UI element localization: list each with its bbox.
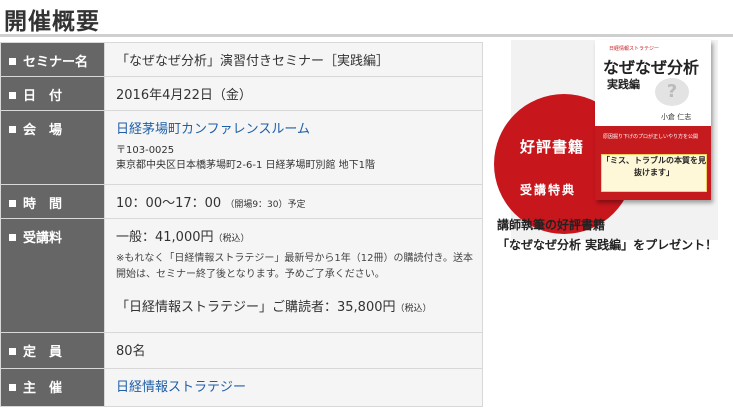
venue-link[interactable]: 日経茅場町カンファレンスルーム: [116, 118, 482, 137]
subscriber-fee: 「日経情報ストラテジー」ご購読者：35,800円: [116, 300, 396, 315]
table-row: 時 間 10：00〜17：00 （開場9：30）予定: [0, 184, 483, 219]
promo-caption-detail: 「なぜなぜ分析 実践編」をプレゼント！: [497, 238, 718, 252]
subscription-note: ※もれなく「日経情報ストラテジー」最新号から1年（12冊）の購読付き。送本開始は…: [116, 253, 473, 280]
book-series: 日経情報ストラテジー: [609, 46, 660, 52]
book-catchphrase: 「ミス、トラブルの本質を見抜けます」: [601, 154, 707, 192]
table-row: 受講料 一般：41,000円（税込） ※もれなく「日経情報ストラテジー」最新号か…: [0, 218, 483, 333]
book-blurb: 原因掘り下げのプロが正しいやり方を公開: [603, 134, 699, 140]
bullet-square-icon: [9, 200, 16, 207]
seminar-label: セミナー名: [23, 55, 89, 70]
attendee-bonus-label: 受講特典: [520, 183, 577, 197]
time-label: 時 間: [23, 197, 63, 212]
book-author: 小倉 仁志: [661, 113, 692, 121]
popular-book-label: 好評書籍: [520, 138, 585, 156]
date-label: 日 付: [23, 89, 63, 104]
book-title: なぜなぜ分析: [603, 58, 700, 77]
bullet-square-icon: [9, 126, 16, 133]
table-row: 日 付 2016年4月22日（金）: [0, 76, 483, 111]
organizer-link[interactable]: 日経情報ストラテジー: [116, 380, 246, 395]
bullet-square-icon: [9, 348, 16, 355]
page-title: 開催概要: [4, 9, 100, 35]
bullet-square-icon: [9, 58, 16, 65]
bullet-square-icon: [9, 92, 16, 99]
doors-open-note: （開場9：30）予定: [225, 200, 306, 210]
capacity-label: 定 員: [23, 345, 63, 360]
table-row: 主 催 日経情報ストラテジー: [0, 368, 483, 407]
general-fee: 一般：41,000円: [116, 230, 214, 245]
promo-caption: 講師執筆の好評書籍: [497, 218, 606, 232]
fee-label: 受講料: [23, 231, 63, 246]
question-mark-icon: ?: [655, 78, 689, 106]
venue-label: 会 場: [23, 123, 63, 138]
event-info-table: セミナー名 「なぜなぜ分析」演習付きセミナー［実践編］ 日 付 2016年4月2…: [0, 42, 483, 407]
book-cover-image: 日経情報ストラテジー なぜなぜ分析 実践編 ? 小倉 仁志 原因掘り下げのプロが…: [595, 40, 711, 200]
venue-postal-code: 〒103-0025: [116, 145, 175, 156]
organizer-label: 主 催: [23, 381, 63, 396]
general-fee-tax: （税込）: [213, 234, 250, 244]
venue-address: 東京都中央区日本橋茅場町2-6-1 日経茅場町別館 地下1階: [116, 160, 376, 171]
title-divider: [0, 34, 733, 37]
bullet-square-icon: [9, 234, 16, 241]
table-row: 定 員 80名: [0, 332, 483, 369]
table-row: セミナー名 「なぜなぜ分析」演習付きセミナー［実践編］: [0, 42, 483, 77]
capacity-value: 80名: [116, 344, 146, 359]
bullet-square-icon: [9, 384, 16, 391]
seminar-name: 「なぜなぜ分析」演習付きセミナー［実践編］: [116, 54, 390, 69]
book-subtitle: 実践編: [607, 78, 640, 91]
table-row: 会 場 日経茅場町カンファレンスルーム 〒103-0025 東京都中央区日本橋茅…: [0, 110, 483, 185]
event-time: 10：00〜17：00: [116, 196, 222, 211]
event-date: 2016年4月22日（金）: [116, 88, 252, 103]
subscriber-fee-tax: （税込）: [395, 304, 432, 314]
